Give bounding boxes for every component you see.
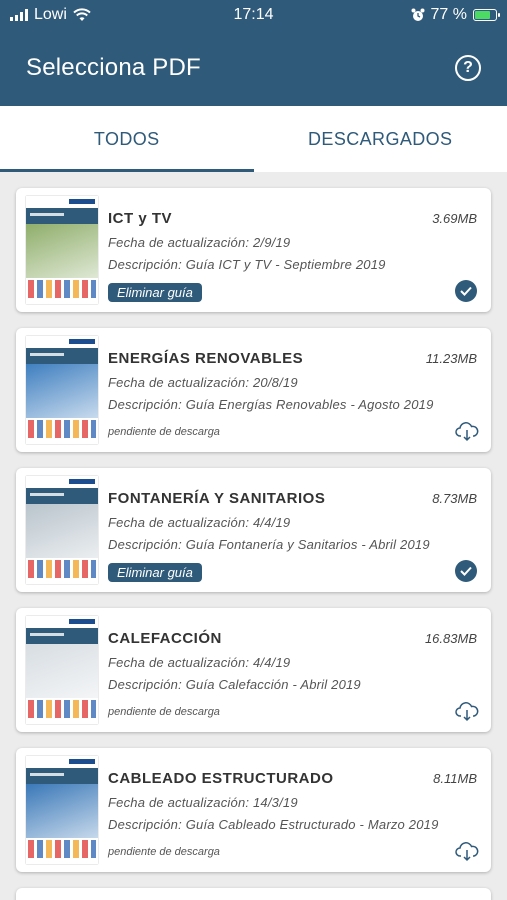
tab-bar: TODOS DESCARGADOS: [0, 106, 507, 172]
guide-description: Descripción: Guía ICT y TV - Septiembre …: [108, 257, 386, 272]
cloud-download-icon[interactable]: [455, 420, 479, 442]
delete-guide-button[interactable]: Eliminar guía: [108, 563, 202, 582]
guide-description: Descripción: Guía Energías Renovables - …: [108, 397, 434, 412]
signal-icon: [10, 9, 28, 21]
guide-card[interactable]: CABLEADO ESTRUCTURADO 8.11MB Fecha de ac…: [16, 748, 491, 872]
guide-card[interactable]: ICT y TV 3.69MB Fecha de actualización: …: [16, 188, 491, 312]
guide-description: Descripción: Guía Fontanería y Sanitario…: [108, 537, 430, 552]
pending-download-label: pendiente de descarga: [108, 706, 220, 718]
file-size: 8.73MB: [432, 491, 477, 506]
updated-date: Fecha de actualización: 4/4/19: [108, 655, 291, 670]
guide-cover-image: [26, 336, 98, 444]
alarm-icon: [411, 8, 425, 21]
guide-list: ICT y TV 3.69MB Fecha de actualización: …: [0, 172, 507, 900]
file-size: 8.11MB: [433, 771, 477, 786]
status-bar: Lowi 77 %: [0, 0, 507, 30]
question-circle-icon[interactable]: ?: [455, 55, 481, 81]
guide-cover-image: [26, 196, 98, 304]
carrier-label: Lowi: [34, 6, 67, 23]
pending-download-label: pendiente de descarga: [108, 846, 220, 858]
file-size: 11.23MB: [425, 351, 477, 366]
guide-card[interactable]: CALEFACCIÓN 16.83MB Fecha de actualizaci…: [16, 608, 491, 732]
delete-guide-button[interactable]: Eliminar guía: [108, 283, 202, 302]
guide-description: Descripción: Guía Cableado Estructurado …: [108, 817, 439, 832]
check-circle-icon: [455, 560, 477, 582]
file-size: 3.69MB: [432, 211, 477, 226]
updated-date: Fecha de actualización: 20/8/19: [108, 375, 298, 390]
check-circle-icon: [455, 280, 477, 302]
guide-cover-image: [26, 756, 98, 864]
guide-card[interactable]: FONTANERÍA Y SANITARIOS 8.73MB Fecha de …: [16, 468, 491, 592]
cloud-download-icon[interactable]: [455, 700, 479, 722]
header-area: Lowi 77 % 17:14 Selecciona PDF ?: [0, 0, 507, 106]
guide-cover-image: [26, 476, 98, 584]
updated-date: Fecha de actualización: 4/4/19: [108, 515, 291, 530]
updated-date: Fecha de actualización: 2/9/19: [108, 235, 291, 250]
guide-card[interactable]: [16, 888, 491, 900]
guide-title: CABLEADO ESTRUCTURADO: [108, 770, 334, 787]
tab-descargados[interactable]: DESCARGADOS: [254, 106, 507, 172]
page-title: Selecciona PDF: [26, 54, 201, 81]
guide-card[interactable]: ENERGÍAS RENOVABLES 11.23MB Fecha de act…: [16, 328, 491, 452]
guide-description: Descripción: Guía Calefacción - Abril 20…: [108, 677, 361, 692]
guide-cover-image: [26, 616, 98, 724]
pending-download-label: pendiente de descarga: [108, 426, 220, 438]
battery-label: 77 %: [430, 6, 467, 23]
updated-date: Fecha de actualización: 14/3/19: [108, 795, 298, 810]
guide-title: FONTANERÍA Y SANITARIOS: [108, 490, 326, 507]
battery-icon: [473, 9, 500, 21]
guide-title: ICT y TV: [108, 210, 173, 227]
cloud-download-icon[interactable]: [455, 840, 479, 862]
file-size: 16.83MB: [424, 631, 477, 646]
wifi-icon: [73, 8, 91, 21]
tab-todos[interactable]: TODOS: [0, 106, 254, 172]
